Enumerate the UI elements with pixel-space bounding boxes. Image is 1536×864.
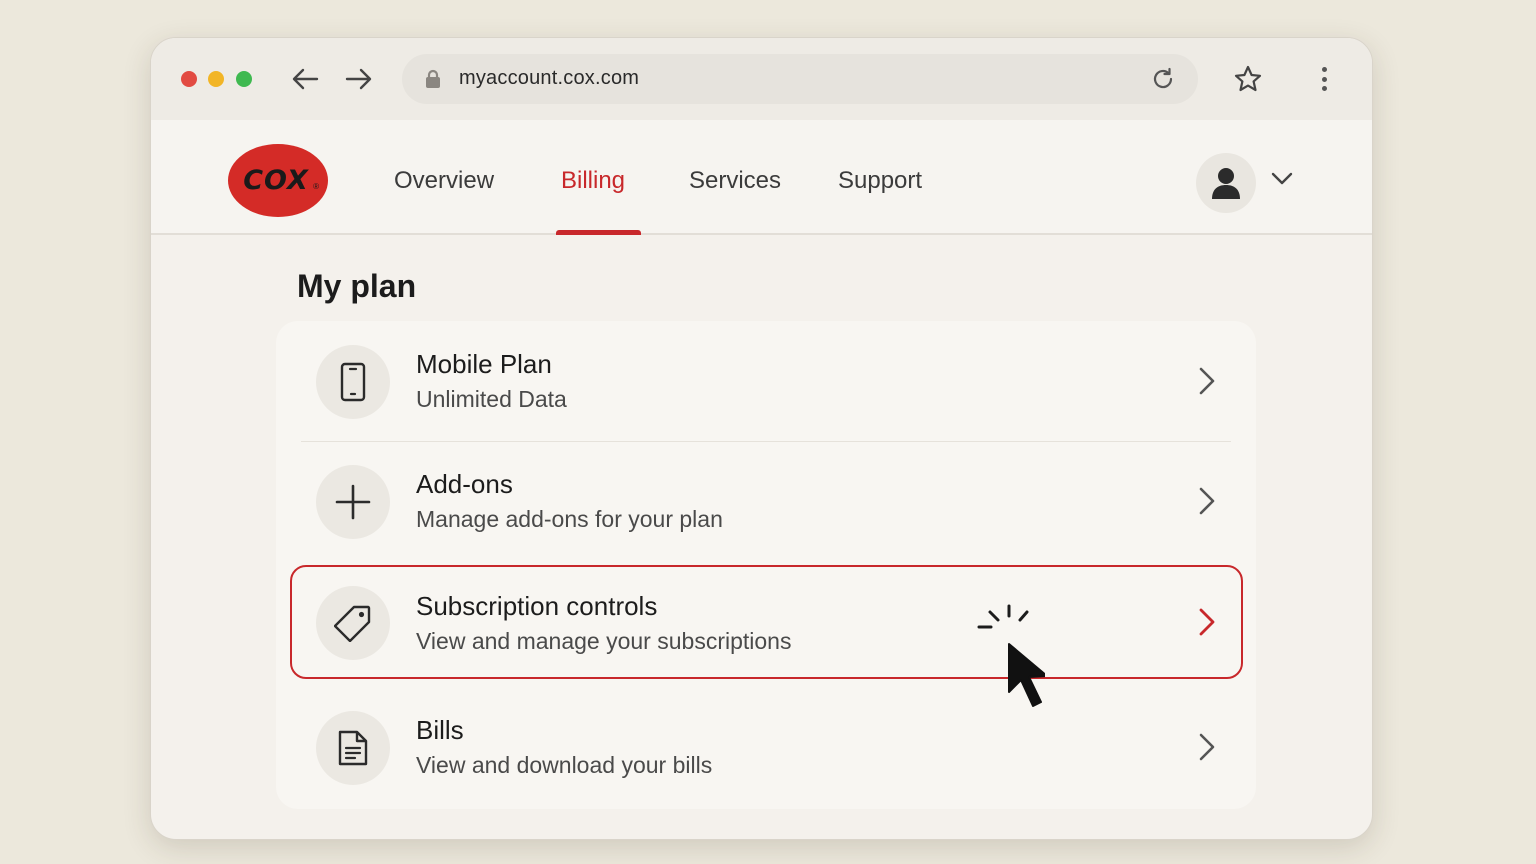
reload-icon[interactable] [1150,66,1176,92]
tag-icon [316,586,390,660]
cox-logo[interactable]: COX ® [228,144,328,217]
browser-window: myaccount.cox.com COX ® Overview Billing… [150,37,1373,840]
list-item-title: Mobile Plan [416,349,552,379]
page-title: My plan [297,268,417,304]
plus-icon [316,465,390,539]
chevron-down-icon[interactable] [1271,172,1293,186]
selected-item-outline [290,565,1243,679]
list-item-subtitle: View and manage your subscriptions [416,628,792,654]
browser-toolbar: myaccount.cox.com [151,38,1372,120]
list-item-subtitle: Unlimited Data [416,386,567,412]
site-header: COX ® Overview Billing Services Support [151,120,1372,235]
forward-button[interactable] [342,62,376,96]
chevron-right-icon [1199,487,1215,515]
maximize-window-button[interactable] [236,71,252,87]
list-item-subscription-controls[interactable]: Subscription controls View and manage yo… [276,565,1256,685]
list-item-mobile-plan[interactable]: Mobile Plan Unlimited Data [276,321,1256,441]
lock-icon [426,69,440,88]
chevron-right-icon [1199,367,1215,395]
list-item-subtitle: Manage add-ons for your plan [416,506,723,532]
list-item-title: Add-ons [416,469,513,499]
tab-billing[interactable]: Billing [561,167,625,195]
active-tab-indicator [556,230,641,235]
user-icon [1212,168,1240,199]
list-item-title: Subscription controls [416,591,658,621]
account-avatar-button[interactable] [1196,153,1256,213]
chevron-right-icon [1199,733,1215,761]
list-item-title: Bills [416,715,464,745]
minimize-window-button[interactable] [208,71,224,87]
plan-list: Mobile Plan Unlimited Data Add-ons Manag… [276,321,1256,809]
tab-services[interactable]: Services [689,167,781,195]
url-text[interactable]: myaccount.cox.com [459,67,639,90]
arrow-right-icon [345,68,372,90]
kebab-menu-icon[interactable] [1314,65,1334,93]
back-button[interactable] [288,62,322,96]
document-icon [316,711,390,785]
list-item-bills[interactable]: Bills View and download your bills [276,687,1256,807]
close-window-button[interactable] [181,71,197,87]
address-bar[interactable]: myaccount.cox.com [402,54,1198,104]
tab-support[interactable]: Support [838,167,922,195]
mobile-phone-icon [316,345,390,419]
star-icon[interactable] [1233,64,1263,94]
list-item-subtitle: View and download your bills [416,752,713,778]
tab-overview[interactable]: Overview [394,167,494,195]
logo-registered-mark: ® [313,182,319,191]
chevron-right-icon [1199,608,1215,636]
logo-text: COX [243,165,309,196]
arrow-left-icon [292,68,319,90]
list-item-add-ons[interactable]: Add-ons Manage add-ons for your plan [276,441,1256,561]
